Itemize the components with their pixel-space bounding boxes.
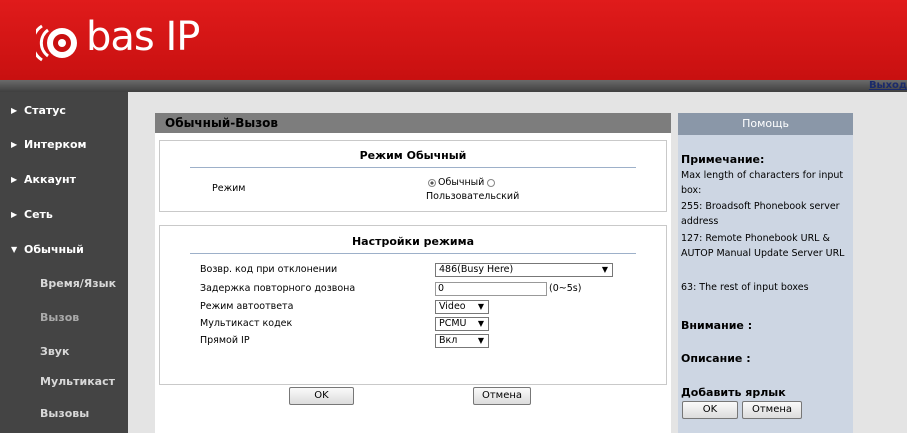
dropdown-arrow-icon: ▼: [477, 336, 484, 345]
settings-panel: Обычный-Вызов Режим Обычный Режим Обычны…: [155, 113, 671, 433]
help-note-line: 127: Remote Phonebook URL & AUTOP Manual…: [681, 233, 845, 259]
mode-custom-label[interactable]: Пользовательский: [426, 191, 519, 202]
sidebar-item-status[interactable]: ▶ Статус: [0, 96, 128, 126]
collapse-arrow-icon: ▼: [11, 245, 18, 254]
direct-ip-value: Вкл: [439, 335, 458, 346]
logout-link[interactable]: Выход: [869, 80, 907, 91]
mode-settings-section: Настройки режима Возвр. код при отклонен…: [159, 225, 667, 385]
mode-normal-label: Обычный: [438, 177, 485, 188]
mode-section: Режим Обычный Режим Обычный Пользователь…: [159, 140, 667, 212]
settings-section-heading: Настройки режима: [351, 235, 475, 248]
help-note-line: 63: The rest of input boxes: [681, 282, 809, 293]
direct-ip-select[interactable]: Вкл ▼: [435, 334, 489, 348]
sidebar-item-label: Сеть: [24, 208, 53, 221]
reject-code-label: Возвр. код при отклонении: [200, 264, 338, 275]
sidebar-subitem-sound[interactable]: Звук: [0, 338, 128, 366]
help-note-line: 255: Broadsoft Phonebook server address: [681, 201, 840, 227]
redial-delay-label: Задержка повторного дозвона: [200, 283, 356, 294]
multicast-codec-label: Мультикаст кодек: [200, 318, 293, 329]
sidebar-item-label: Статус: [24, 104, 66, 117]
radio-unselected-icon[interactable]: [487, 178, 496, 187]
right-margin: [853, 92, 907, 433]
sidebar-item-network[interactable]: ▶ Сеть: [0, 200, 128, 230]
sidebar-item-label: Интерком: [24, 138, 87, 151]
sidebar: ▶ Статус ▶ Интерком ▶ Аккаунт ▶ Сеть ▼ О…: [0, 92, 128, 433]
sidebar-subitem-call[interactable]: Вызов: [0, 304, 128, 332]
logo-icon: [36, 24, 77, 62]
auto-answer-value: Video: [439, 301, 466, 312]
dropdown-arrow-icon: ▼: [477, 302, 484, 311]
sidebar-item-label: Обычный: [24, 243, 84, 256]
reject-code-value: 486(Busy Here): [439, 264, 514, 275]
help-cancel-button[interactable]: Отмена: [742, 401, 802, 419]
expand-arrow-icon: ▶: [11, 210, 18, 219]
mode-normal-option[interactable]: Обычный: [428, 177, 497, 188]
multicast-codec-select[interactable]: PCMU ▼: [435, 317, 489, 331]
top-divider-bar: [0, 80, 907, 92]
expand-arrow-icon: ▶: [11, 140, 18, 149]
mode-label: Режим: [212, 183, 246, 194]
expand-arrow-icon: ▶: [11, 106, 18, 115]
panel-title: Обычный-Вызов: [155, 113, 671, 133]
sidebar-item-account[interactable]: ▶ Аккаунт: [0, 165, 128, 195]
expand-arrow-icon: ▶: [11, 175, 18, 184]
auto-answer-select[interactable]: Video ▼: [435, 300, 489, 314]
direct-ip-label: Прямой IP: [200, 335, 250, 346]
sidebar-subitem-multicast[interactable]: Мультикаст: [0, 368, 128, 396]
redial-delay-input[interactable]: 0: [435, 282, 547, 296]
sidebar-item-label: Аккаунт: [24, 173, 77, 186]
sidebar-subitem-time-language[interactable]: Время/Язык: [0, 270, 128, 298]
multicast-codec-value: PCMU: [439, 318, 467, 329]
help-description-heading: Описание :: [681, 352, 751, 365]
help-panel: Помощь Примечание: Max length of charact…: [678, 113, 853, 433]
section-divider: [190, 253, 636, 254]
help-ok-button[interactable]: OK: [682, 401, 738, 419]
help-title: Помощь: [678, 113, 853, 135]
brand-logo: bas IP: [86, 14, 200, 60]
help-note-line: Max length of characters for input box:: [681, 170, 844, 196]
ok-button[interactable]: OK: [289, 387, 354, 405]
radio-selected-icon[interactable]: [428, 178, 436, 187]
section-divider: [190, 167, 636, 168]
redial-delay-hint: (0~5s): [549, 283, 582, 294]
help-warning-heading: Внимание :: [681, 319, 753, 332]
dropdown-arrow-icon: ▼: [601, 265, 608, 274]
reject-code-select[interactable]: 486(Busy Here) ▼: [435, 263, 613, 277]
cancel-button[interactable]: Отмена: [473, 387, 531, 405]
help-note-heading: Примечание:: [681, 153, 765, 166]
sidebar-item-intercom[interactable]: ▶ Интерком: [0, 130, 128, 160]
header-bar: bas IP: [0, 0, 907, 80]
help-shortcut-heading: Добавить ярлык: [681, 386, 786, 399]
mode-section-heading: Режим Обычный: [359, 149, 467, 162]
dropdown-arrow-icon: ▼: [477, 319, 484, 328]
sidebar-subitem-calls[interactable]: Вызовы: [0, 400, 128, 428]
sidebar-item-general[interactable]: ▼ Обычный: [0, 235, 128, 265]
auto-answer-label: Режим автоответа: [200, 301, 294, 312]
